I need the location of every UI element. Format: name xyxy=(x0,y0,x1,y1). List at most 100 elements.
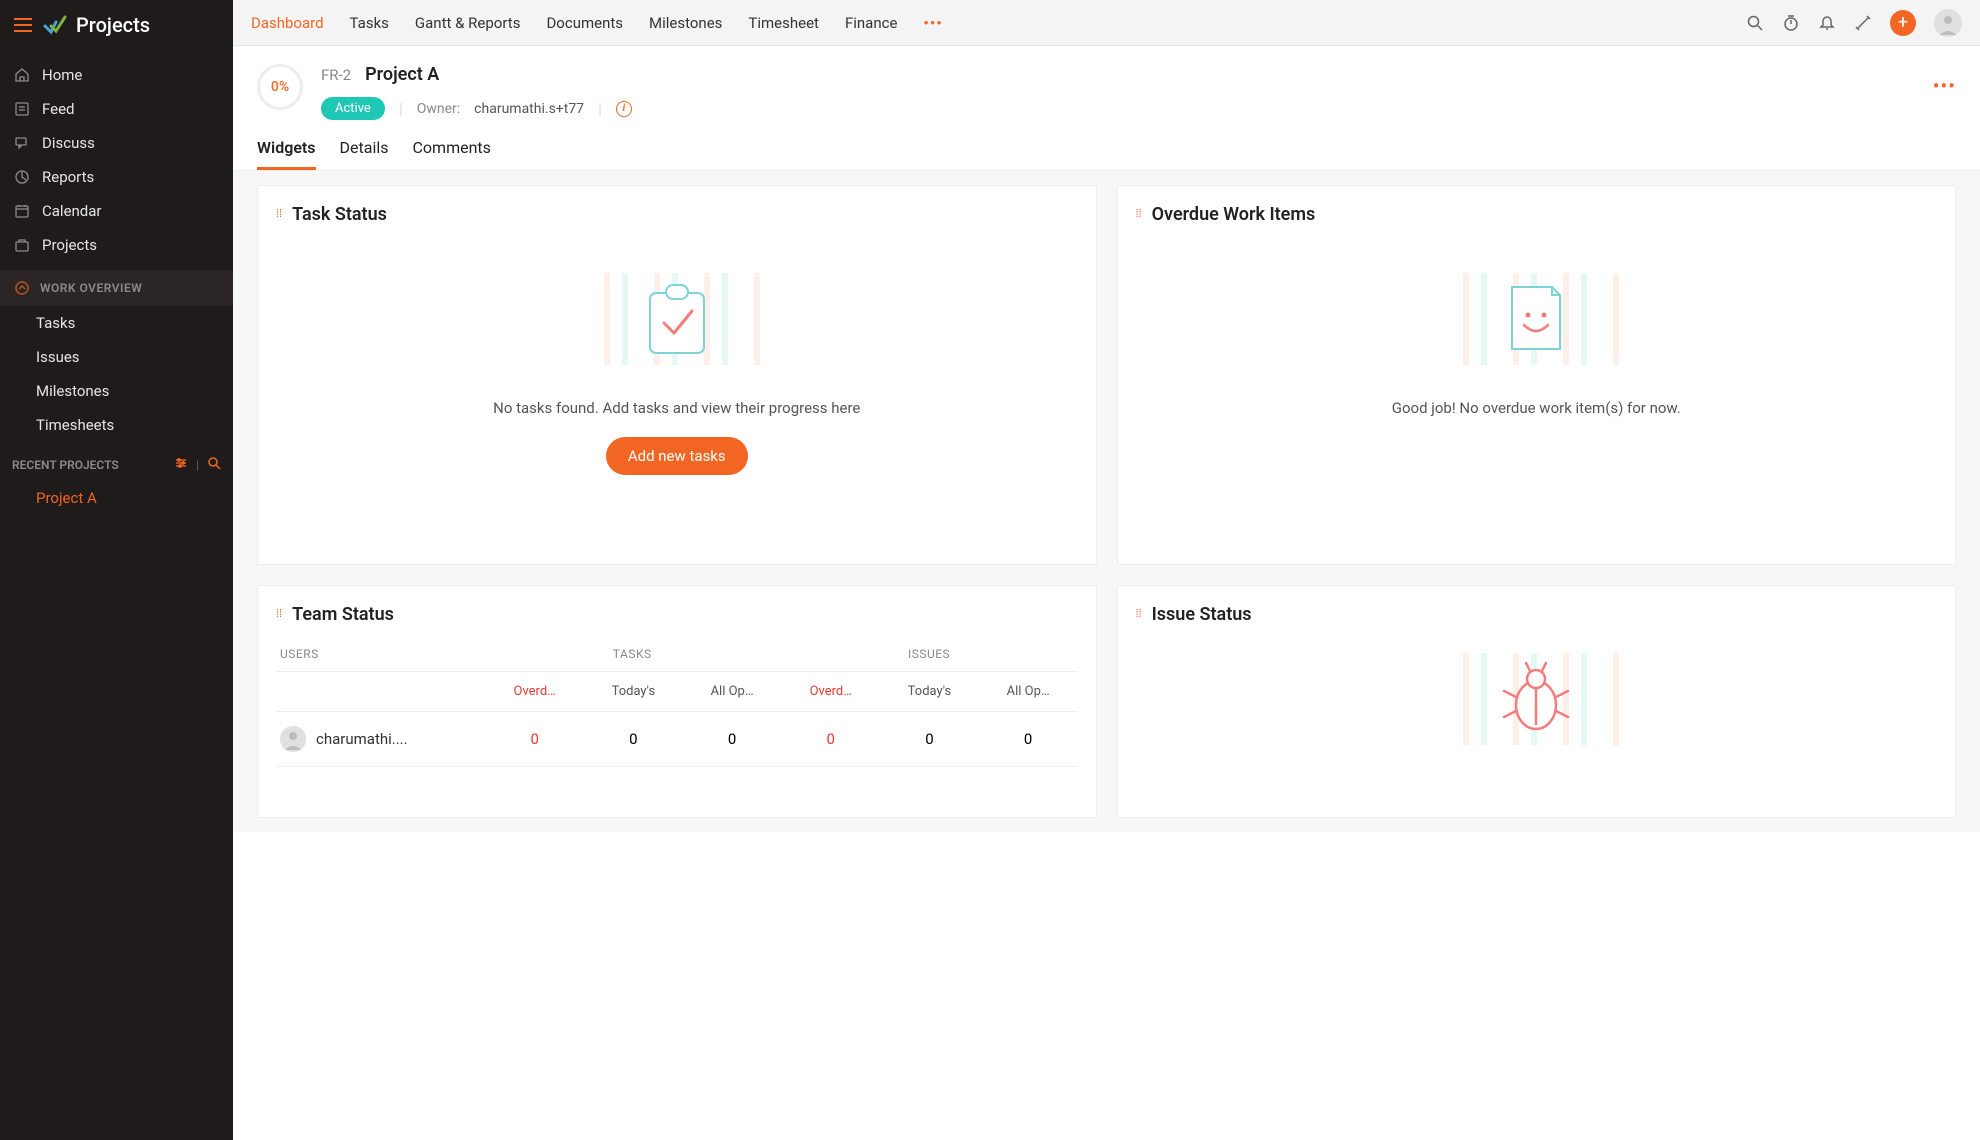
reports-icon xyxy=(14,169,30,185)
tools-icon[interactable] xyxy=(1854,14,1872,32)
empty-state xyxy=(1136,639,1938,799)
team-table: USERS TASKS ISSUES Overd… Today's All Op… xyxy=(276,639,1078,767)
cell-value: 0 xyxy=(485,730,584,748)
sub-overdue: Overd… xyxy=(781,684,880,699)
content: 0% FR-2 Project A Active | Owner: charum… xyxy=(233,46,1980,1140)
topbar: Dashboard Tasks Gantt & Reports Document… xyxy=(233,0,1980,46)
widgets-grid: ⁞⁞ Task Status No tasks found. Add tasks… xyxy=(233,171,1980,832)
widget-title: Overdue Work Items xyxy=(1152,204,1316,225)
subtab-details[interactable]: Details xyxy=(340,138,389,170)
drag-handle-icon[interactable]: ⁞⁞ xyxy=(276,211,282,218)
drag-handle-icon[interactable]: ⁞⁞ xyxy=(1136,611,1142,618)
section-title: WORK OVERVIEW xyxy=(40,281,142,295)
tab-documents[interactable]: Documents xyxy=(546,14,623,32)
sub-allopen: All Op… xyxy=(979,684,1078,699)
status-badge[interactable]: Active xyxy=(321,97,385,120)
sidebar: Projects Home Feed Discuss Reports Calen… xyxy=(0,0,233,1140)
bell-icon[interactable] xyxy=(1818,14,1836,32)
top-tabs: Dashboard Tasks Gantt & Reports Document… xyxy=(251,14,943,32)
calendar-icon xyxy=(14,203,30,219)
table-header-row: USERS TASKS ISSUES xyxy=(276,639,1078,672)
nav-label: Home xyxy=(42,66,82,84)
add-tasks-button[interactable]: Add new tasks xyxy=(606,437,748,475)
work-overview-section[interactable]: WORK OVERVIEW xyxy=(0,270,233,306)
owner-name: charumathi.s+t77 xyxy=(474,101,584,117)
search-icon[interactable] xyxy=(1746,14,1764,32)
sub-todays: Today's xyxy=(584,684,683,699)
col-issues: ISSUES xyxy=(781,647,1078,661)
home-icon xyxy=(14,67,30,83)
tab-dashboard[interactable]: Dashboard xyxy=(251,14,324,32)
recent-projects-header: RECENT PROJECTS | xyxy=(0,442,233,483)
user-name: charumathi.... xyxy=(316,730,408,748)
separator: | xyxy=(399,99,403,118)
timer-icon[interactable] xyxy=(1782,14,1800,32)
sub-overdue: Overd… xyxy=(485,684,584,699)
tab-gantt[interactable]: Gantt & Reports xyxy=(415,14,521,32)
nav-tasks[interactable]: Tasks xyxy=(0,306,233,340)
app-logo[interactable]: Projects xyxy=(42,12,150,38)
projects-icon xyxy=(14,237,30,253)
divider: | xyxy=(196,458,199,472)
user-cell[interactable]: charumathi.... xyxy=(276,726,485,752)
nav-label: Calendar xyxy=(42,202,102,220)
discuss-icon xyxy=(14,135,30,151)
nav-feed[interactable]: Feed xyxy=(0,92,233,126)
nav-calendar[interactable]: Calendar xyxy=(0,194,233,228)
nav-label: Discuss xyxy=(42,134,95,152)
search-recent-icon[interactable] xyxy=(207,456,221,473)
tab-milestones[interactable]: Milestones xyxy=(649,14,722,32)
nav-home[interactable]: Home xyxy=(0,58,233,92)
app-title: Projects xyxy=(76,13,150,37)
project-code: FR-2 xyxy=(321,66,351,84)
user-avatar[interactable] xyxy=(1934,9,1962,37)
nav-timesheets[interactable]: Timesheets xyxy=(0,408,233,442)
table-subheader-row: Overd… Today's All Op… Overd… Today's Al… xyxy=(276,672,1078,712)
col-tasks: TASKS xyxy=(484,647,781,661)
chevron-up-icon xyxy=(14,280,30,296)
filter-icon[interactable] xyxy=(174,456,188,473)
drag-handle-icon[interactable]: ⁞⁞ xyxy=(276,611,282,618)
nav-label: Reports xyxy=(42,168,94,186)
more-tabs-icon[interactable]: ••• xyxy=(923,14,942,32)
sub-allopen: All Op… xyxy=(683,684,782,699)
tab-timesheet[interactable]: Timesheet xyxy=(748,14,819,32)
logo-mark-icon xyxy=(42,12,68,38)
info-icon[interactable]: i xyxy=(616,101,632,117)
widget-title: Task Status xyxy=(292,204,387,225)
project-meta: FR-2 Project A Active | Owner: charumath… xyxy=(321,64,1956,120)
recent-project-a[interactable]: Project A xyxy=(0,483,233,513)
widget-issue-status: ⁞⁞ Issue Status xyxy=(1117,585,1957,818)
widget-task-status: ⁞⁞ Task Status No tasks found. Add tasks… xyxy=(257,185,1097,565)
main-nav: Home Feed Discuss Reports Calendar Proje… xyxy=(0,50,233,513)
subtabs: Widgets Details Comments xyxy=(233,120,1980,171)
separator: | xyxy=(598,99,602,118)
nav-projects[interactable]: Projects xyxy=(0,228,233,262)
nav-reports[interactable]: Reports xyxy=(0,160,233,194)
project-header: 0% FR-2 Project A Active | Owner: charum… xyxy=(233,46,1980,120)
subtab-widgets[interactable]: Widgets xyxy=(257,138,316,170)
cell-value: 0 xyxy=(880,730,979,748)
nav-issues[interactable]: Issues xyxy=(0,340,233,374)
feed-icon xyxy=(14,101,30,117)
project-more-icon[interactable]: ••• xyxy=(1933,74,1956,98)
tab-finance[interactable]: Finance xyxy=(845,14,897,32)
widget-title: Team Status xyxy=(292,604,394,625)
cell-value: 0 xyxy=(979,730,1078,748)
nav-milestones[interactable]: Milestones xyxy=(0,374,233,408)
progress-circle: 0% xyxy=(257,64,303,110)
cell-value: 0 xyxy=(584,730,683,748)
nav-label: Feed xyxy=(42,100,75,118)
empty-text: No tasks found. Add tasks and view their… xyxy=(493,399,860,417)
tab-tasks[interactable]: Tasks xyxy=(350,14,389,32)
hamburger-icon[interactable] xyxy=(14,18,32,32)
main: Dashboard Tasks Gantt & Reports Document… xyxy=(233,0,1980,1140)
recent-title: RECENT PROJECTS xyxy=(12,458,119,472)
add-button[interactable]: + xyxy=(1890,10,1916,36)
user-avatar-icon xyxy=(280,726,306,752)
drag-handle-icon[interactable]: ⁞⁞ xyxy=(1136,211,1142,218)
nav-label: Projects xyxy=(42,236,97,254)
nav-discuss[interactable]: Discuss xyxy=(0,126,233,160)
subtab-comments[interactable]: Comments xyxy=(413,138,491,170)
table-row: charumathi.... 0 0 0 0 0 0 xyxy=(276,712,1078,767)
